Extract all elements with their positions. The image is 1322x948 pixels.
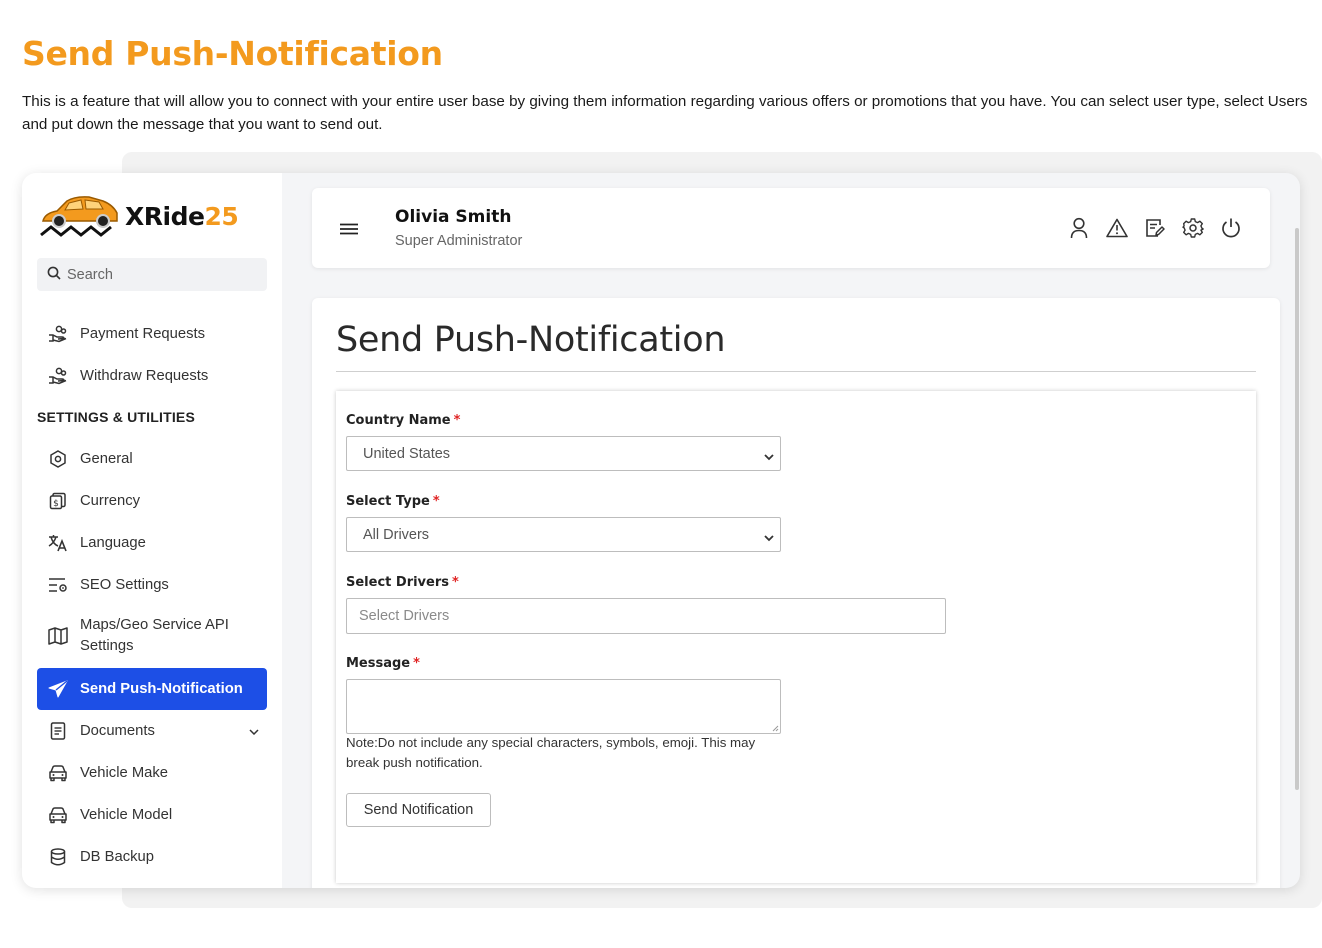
country-label: Country Name * bbox=[346, 413, 461, 428]
sidebar-item-vehicle-make[interactable]: Vehicle Make bbox=[37, 759, 267, 787]
sidebar-item-label: DB Backup bbox=[80, 849, 155, 865]
sidebar-item-maps-settings[interactable]: Maps/Geo Service API Settings bbox=[37, 613, 267, 659]
sidebar-item-label: Documents bbox=[80, 723, 155, 739]
sidebar-item-send-push-notification[interactable]: Send Push-Notification bbox=[37, 668, 267, 710]
title-divider bbox=[336, 371, 1256, 372]
settings-icon[interactable] bbox=[1182, 217, 1204, 239]
document-icon bbox=[48, 721, 68, 741]
sidebar-item-seo-settings[interactable]: SEO Settings bbox=[37, 571, 267, 599]
app-window: XRide25 Search Payment Requests Withdraw… bbox=[22, 173, 1300, 888]
currency-icon: $ bbox=[48, 491, 68, 511]
sidebar-item-general[interactable]: General bbox=[37, 445, 267, 473]
resize-handle-icon[interactable] bbox=[772, 725, 779, 732]
seo-settings-icon bbox=[48, 575, 68, 595]
sidebar-item-withdraw-requests[interactable]: Withdraw Requests bbox=[37, 362, 267, 390]
doc-title: Send Push-Notification bbox=[22, 34, 443, 73]
brand-logo[interactable]: XRide25 bbox=[37, 191, 239, 241]
car-icon bbox=[48, 805, 68, 825]
type-select-value: All Drivers bbox=[363, 526, 430, 543]
sidebar-item-label: Withdraw Requests bbox=[80, 368, 209, 384]
type-select[interactable]: All Drivers bbox=[346, 517, 781, 552]
search-icon bbox=[47, 265, 61, 284]
chevron-down-icon[interactable] bbox=[249, 723, 259, 739]
drivers-input[interactable]: Select Drivers bbox=[346, 598, 946, 634]
chevron-down-icon bbox=[764, 530, 774, 546]
sidebar-item-language[interactable]: Language bbox=[37, 529, 267, 557]
send-notification-button[interactable]: Send Notification bbox=[346, 793, 491, 827]
section-heading-settings: SETTINGS & UTILITIES bbox=[37, 409, 196, 425]
doc-description: This is a feature that will allow you to… bbox=[22, 93, 1308, 133]
sidebar-item-label: Vehicle Model bbox=[80, 807, 173, 823]
page-title: Send Push-Notification bbox=[336, 320, 726, 360]
push-notification-form: Country Name * United States Select Type *… bbox=[336, 391, 1256, 883]
message-note: Note:Do not include any special characte… bbox=[346, 735, 756, 770]
sidebar-item-payment-requests[interactable]: Payment Requests bbox=[37, 320, 267, 348]
message-label: Message * bbox=[346, 656, 420, 671]
message-textarea[interactable] bbox=[346, 679, 781, 734]
chevron-down-icon bbox=[764, 449, 774, 465]
header-actions bbox=[1068, 217, 1242, 239]
database-icon bbox=[48, 847, 68, 867]
hand-coins-icon bbox=[48, 324, 68, 344]
brand-name: XRide25 bbox=[125, 201, 239, 231]
sidebar-item-currency[interactable]: $ Currency bbox=[37, 487, 267, 515]
user-name: Olivia Smith bbox=[395, 207, 512, 227]
car-logo-icon bbox=[37, 191, 119, 241]
car-icon bbox=[48, 763, 68, 783]
sidebar-item-label: General bbox=[80, 451, 133, 467]
sidebar-item-label: Language bbox=[80, 535, 146, 551]
user-icon[interactable] bbox=[1068, 217, 1090, 239]
sidebar-item-vehicle-model[interactable]: Vehicle Model bbox=[37, 801, 267, 829]
country-select[interactable]: United States bbox=[346, 436, 781, 471]
sidebar-item-label: Payment Requests bbox=[80, 326, 206, 342]
sidebar-item-label: Maps/Geo Service API Settings bbox=[80, 617, 229, 654]
top-header: Olivia Smith Super Administrator bbox=[312, 188, 1270, 268]
warning-icon[interactable] bbox=[1106, 217, 1128, 239]
country-select-value: United States bbox=[363, 445, 451, 462]
drivers-label: Select Drivers * bbox=[346, 575, 459, 590]
scrollbar[interactable] bbox=[1295, 228, 1299, 790]
sidebar: XRide25 Search Payment Requests Withdraw… bbox=[22, 173, 282, 888]
main-content: Send Push-Notification Country Name * Uni… bbox=[312, 298, 1280, 888]
sidebar-item-documents[interactable]: Documents bbox=[37, 717, 267, 745]
type-label: Select Type * bbox=[346, 494, 440, 509]
map-icon bbox=[48, 626, 68, 646]
search-placeholder: Search bbox=[67, 266, 113, 283]
search-input[interactable]: Search bbox=[37, 258, 267, 291]
hand-coins-icon bbox=[48, 366, 68, 386]
svg-text:$: $ bbox=[53, 499, 59, 509]
user-role: Super Administrator bbox=[395, 233, 523, 249]
sidebar-item-db-backup[interactable]: DB Backup bbox=[37, 843, 267, 871]
power-icon[interactable] bbox=[1220, 217, 1242, 239]
drivers-placeholder: Select Drivers bbox=[359, 608, 450, 624]
hexagon-gear-icon bbox=[48, 449, 68, 469]
translate-icon bbox=[48, 533, 68, 553]
hamburger-menu-icon[interactable] bbox=[340, 220, 358, 239]
send-icon bbox=[48, 679, 68, 699]
edit-icon[interactable] bbox=[1144, 217, 1166, 239]
sidebar-item-label: Send Push-Notification bbox=[80, 681, 243, 697]
sidebar-item-label: SEO Settings bbox=[80, 577, 169, 593]
sidebar-item-label: Vehicle Make bbox=[80, 765, 169, 781]
sidebar-item-label: Currency bbox=[80, 493, 141, 509]
